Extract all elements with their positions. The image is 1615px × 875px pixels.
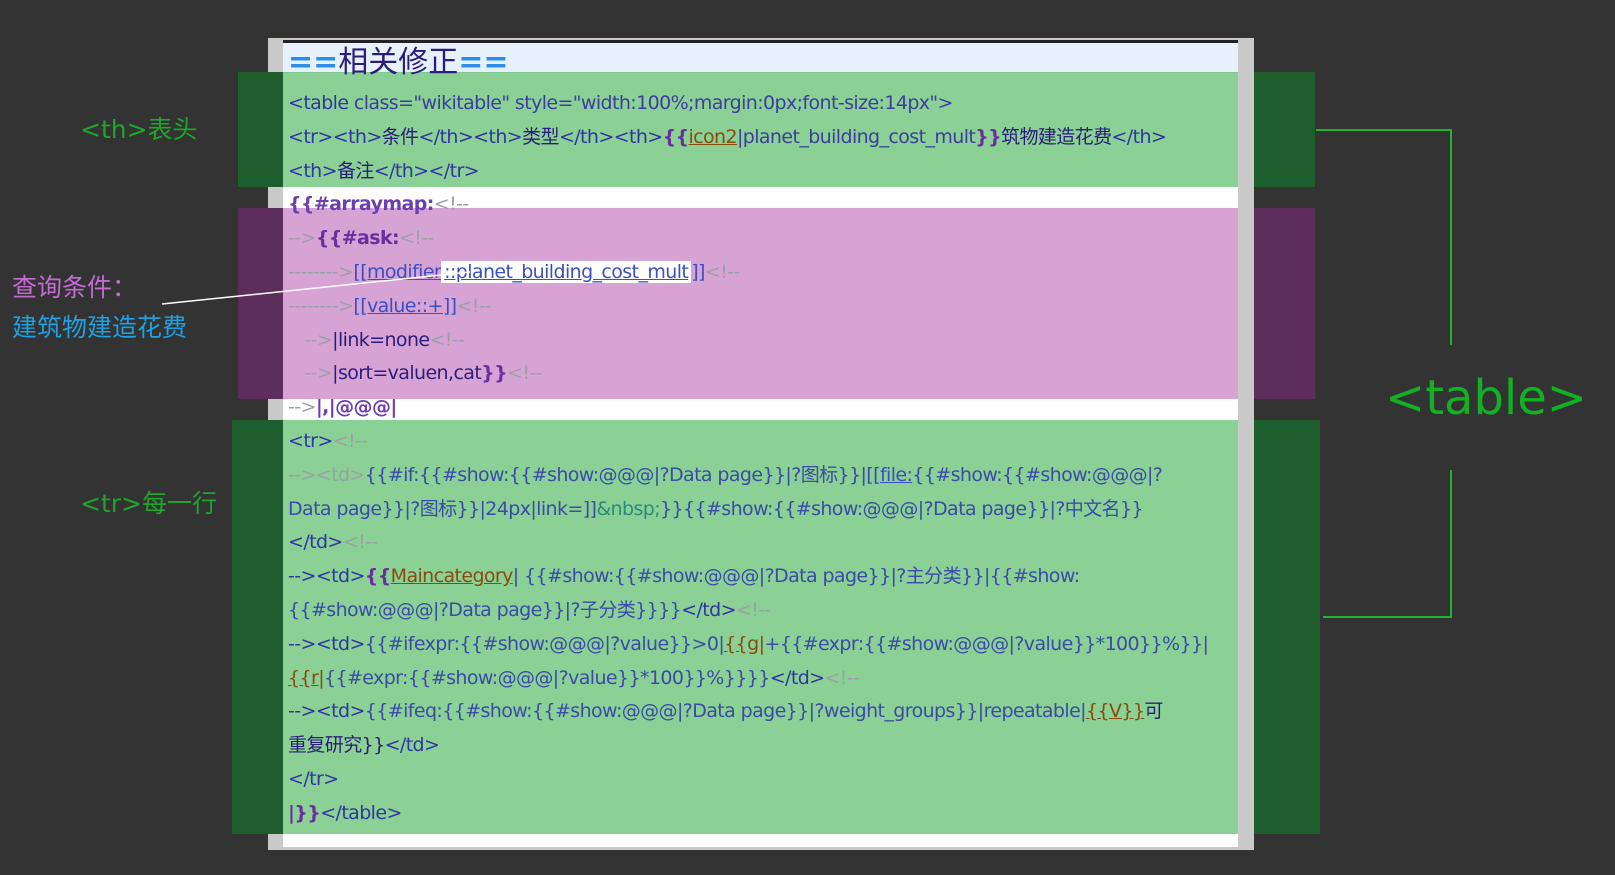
tr-annotation-label: <tr>每一行 <box>80 489 217 518</box>
table-annotation-label: <table> <box>1385 370 1588 426</box>
th-annotation-label: <th>表头 <box>80 115 198 144</box>
table-bracket-bottom <box>1323 470 1452 618</box>
query-pointer-line <box>161 271 471 305</box>
query-annotation-sublabel: 建筑物建造花费 <box>12 313 188 342</box>
query-annotation-label: 查询条件： <box>12 273 138 302</box>
table-bracket-top <box>1316 129 1452 345</box>
annotation-lines <box>161 129 1452 618</box>
